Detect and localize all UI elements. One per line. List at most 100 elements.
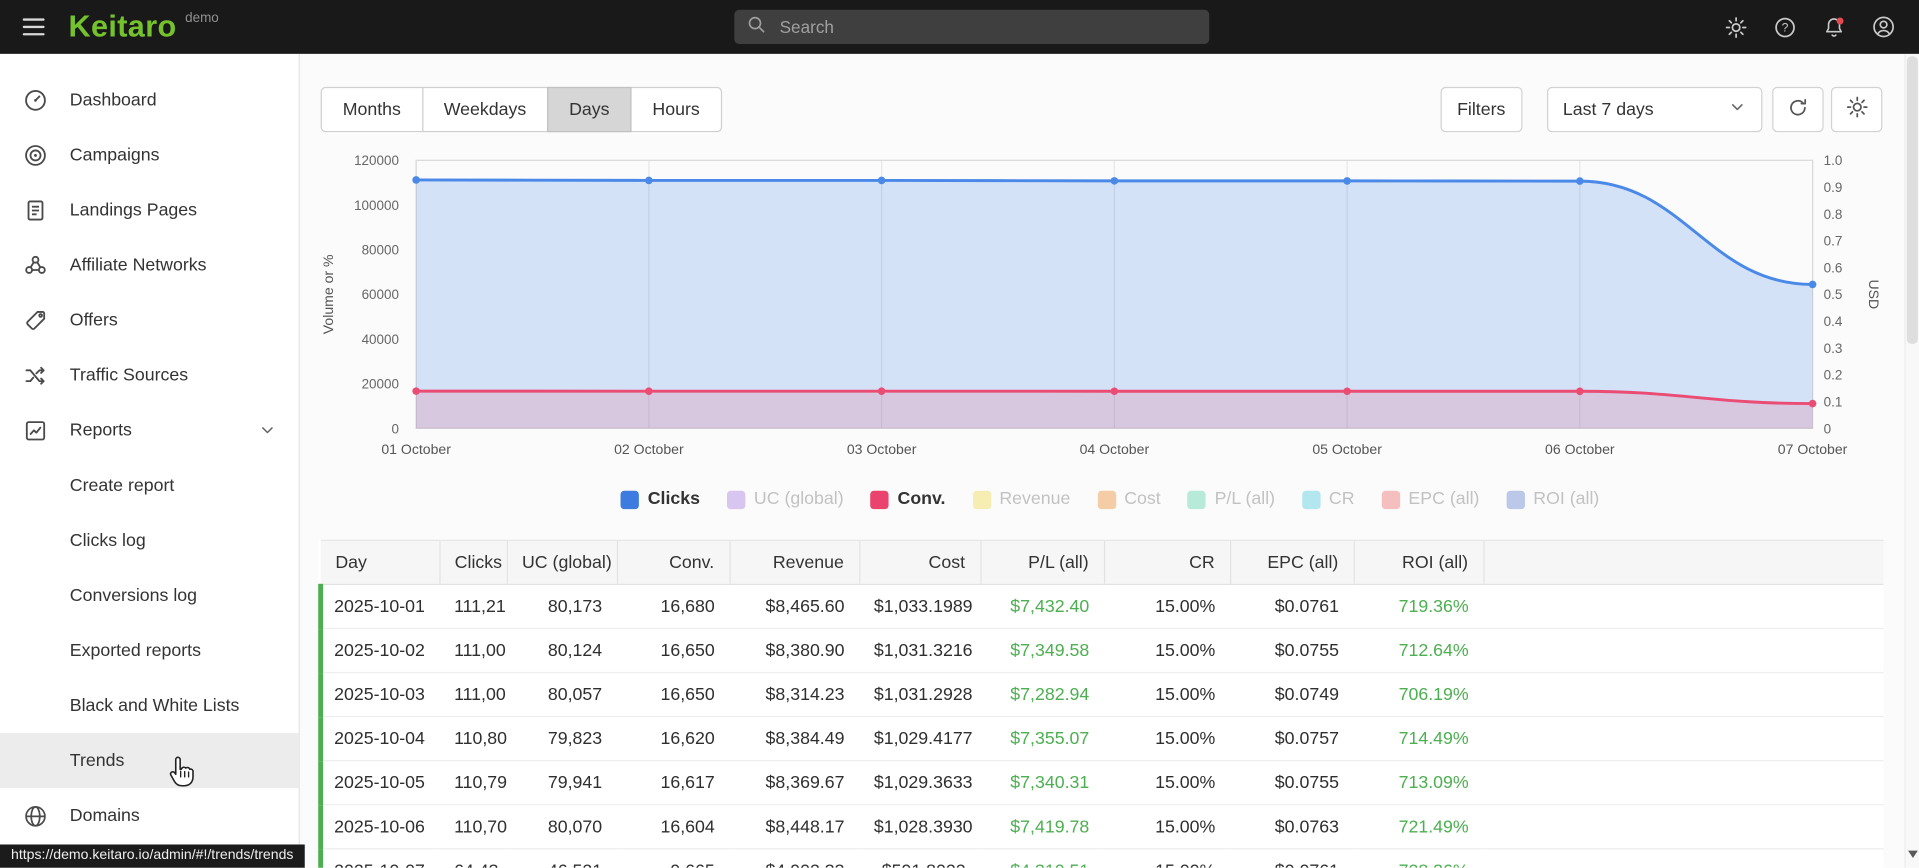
cell: $1,029.4177	[859, 716, 981, 762]
svg-text:0.3: 0.3	[1824, 341, 1843, 356]
col-header-conv[interactable]: Conv.	[616, 539, 730, 586]
legend-item-p-l-all[interactable]: P/L (all)	[1187, 490, 1275, 509]
svg-text:0.7: 0.7	[1824, 234, 1843, 249]
col-header-roi-all[interactable]: ROI (all)	[1353, 539, 1484, 586]
cell: 80,124	[506, 628, 617, 674]
col-header-day[interactable]: Day	[320, 539, 440, 586]
legend-item-cr[interactable]: CR	[1302, 490, 1355, 509]
trends-chart: 0 20000 40000 60000 80000 100000 120000 0 0.1 0.2…	[301, 147, 1919, 479]
cell-day: 2025-10-06	[318, 804, 440, 850]
tab-days[interactable]: Days	[547, 86, 632, 133]
legend-item-clicks[interactable]: Clicks	[620, 489, 701, 510]
search-icon	[747, 14, 767, 40]
legend-swatch	[1506, 490, 1525, 509]
sidebar-item-label: Dashboard	[69, 89, 157, 110]
cell: 110,70	[439, 804, 507, 850]
sidebar-item-label: Campaigns	[69, 145, 160, 165]
cell: 16,650	[616, 672, 730, 718]
col-header-cr[interactable]: CR	[1103, 539, 1231, 586]
cell: $7,349.58	[980, 628, 1104, 674]
traffic-icon	[23, 363, 47, 387]
tab-months[interactable]: Months	[320, 86, 423, 133]
tab-weekdays[interactable]: Weekdays	[421, 86, 549, 133]
sidebar-item-offers[interactable]: Offers	[0, 293, 299, 348]
logo[interactable]: Keitaro demo	[69, 0, 219, 54]
svg-text:?: ?	[1782, 20, 1789, 34]
sidebar-item-campaigns[interactable]: Campaigns	[0, 127, 299, 182]
cell: $0.0761	[1230, 848, 1354, 868]
sidebar-item-domains[interactable]: Domains	[0, 788, 299, 843]
chevron-down-icon	[258, 421, 276, 439]
sidebar-item-clicks-log[interactable]: Clicks log	[0, 513, 299, 568]
sidebar-item-reports[interactable]: Reports	[0, 403, 299, 458]
svg-text:0.6: 0.6	[1824, 260, 1843, 275]
chart-settings-button[interactable]	[1830, 86, 1883, 133]
help-icon[interactable]: ?	[1773, 15, 1796, 38]
tab-hours[interactable]: Hours	[630, 86, 722, 133]
sidebar-item-create-report[interactable]: Create report	[0, 458, 299, 513]
col-header-clicks[interactable]: Clicks	[438, 539, 507, 586]
table-row: 2025-10-0764,4346,5219,665$4,902.33$591.…	[318, 848, 1884, 868]
cell: 64,43	[439, 848, 507, 868]
scrollbar-down-arrow[interactable]	[1908, 850, 1918, 863]
col-header-revenue[interactable]: Revenue	[728, 539, 860, 586]
cell: $8,380.90	[729, 628, 860, 674]
main-content: Months Weekdays Days Hours Filters Last 7 d…	[301, 53, 1919, 868]
cell-day: 2025-10-02	[318, 628, 440, 674]
notifications-bell-icon[interactable]	[1822, 15, 1845, 38]
sidebar-item-affiliate-networks[interactable]: Affiliate Networks	[0, 237, 299, 292]
cell: $1,031.3216	[859, 628, 981, 674]
legend-label: EPC (all)	[1408, 489, 1480, 510]
svg-text:60000: 60000	[362, 287, 399, 302]
legend-item-epc-all[interactable]: EPC (all)	[1381, 489, 1480, 510]
sidebar: Dashboard Campaigns Landings Pages Affiliat…	[0, 53, 300, 868]
sidebar-item-label: Exported reports	[69, 640, 201, 661]
legend-item-cost[interactable]: Cost	[1097, 490, 1161, 509]
col-header-cost[interactable]: Cost	[858, 539, 981, 586]
cell: 111,00	[439, 672, 507, 718]
scrollbar[interactable]	[1904, 53, 1919, 868]
sidebar-item-landings-pages[interactable]: Landings Pages	[0, 182, 299, 237]
sidebar-item-label: Offers	[69, 310, 118, 330]
svg-text:0.1: 0.1	[1824, 394, 1843, 409]
sidebar-item-traffic-sources[interactable]: Traffic Sources	[0, 348, 299, 403]
domains-icon	[23, 803, 47, 827]
sidebar-item-exported-reports[interactable]: Exported reports	[0, 623, 299, 678]
search-input[interactable]	[777, 15, 1197, 38]
gear-icon	[1845, 95, 1868, 123]
cell: $8,465.60	[729, 584, 860, 630]
toolbar: Months Weekdays Days Hours Filters Last 7 d…	[320, 86, 1883, 133]
sidebar-item-black-and-white-lists[interactable]: Black and White Lists	[0, 678, 299, 733]
table-header-row: Day Clicks UC (global) Conv. Revenue Cost P/L …	[320, 539, 1884, 586]
sidebar-item-dashboard[interactable]: Dashboard	[0, 72, 299, 127]
sidebar-item-label: Black and White Lists	[69, 695, 240, 716]
sidebar-item-trends[interactable]: Trends	[0, 733, 299, 789]
granularity-tabs: Months Weekdays Days Hours	[320, 86, 722, 133]
cell: 15.00%	[1103, 628, 1231, 674]
col-header-p-l-all[interactable]: P/L (all)	[979, 539, 1104, 586]
date-range-select[interactable]: Last 7 days	[1547, 86, 1763, 133]
filters-button[interactable]: Filters	[1439, 86, 1523, 133]
legend-item-conv[interactable]: Conv.	[870, 490, 945, 509]
legend-item-roi-all[interactable]: ROI (all)	[1506, 490, 1599, 509]
legend-item-revenue[interactable]: Revenue	[972, 489, 1071, 510]
cell: 16,604	[616, 804, 730, 850]
cell	[1483, 628, 1884, 674]
scrollbar-thumb[interactable]	[1906, 56, 1918, 344]
sidebar-item-conversions-log[interactable]: Conversions log	[0, 568, 299, 623]
legend-item-uc-global[interactable]: UC (global)	[726, 490, 844, 509]
legend-label: Clicks	[647, 489, 701, 510]
cell: $591.8022	[859, 848, 981, 868]
cell: 110,79	[439, 760, 507, 806]
svg-text:0.9: 0.9	[1824, 180, 1843, 195]
date-range-value: Last 7 days	[1562, 99, 1654, 120]
account-icon[interactable]	[1871, 15, 1895, 39]
legend-label: Revenue	[999, 489, 1071, 510]
settings-icon[interactable]	[1724, 15, 1747, 38]
col-header-uc-global[interactable]: UC (global)	[506, 539, 617, 586]
cell: $7,419.78	[980, 804, 1104, 850]
col-header-epc-all[interactable]: EPC (all)	[1229, 539, 1354, 586]
refresh-button[interactable]	[1772, 86, 1824, 133]
menu-icon[interactable]	[21, 16, 47, 44]
cell: 714.49%	[1353, 716, 1484, 762]
